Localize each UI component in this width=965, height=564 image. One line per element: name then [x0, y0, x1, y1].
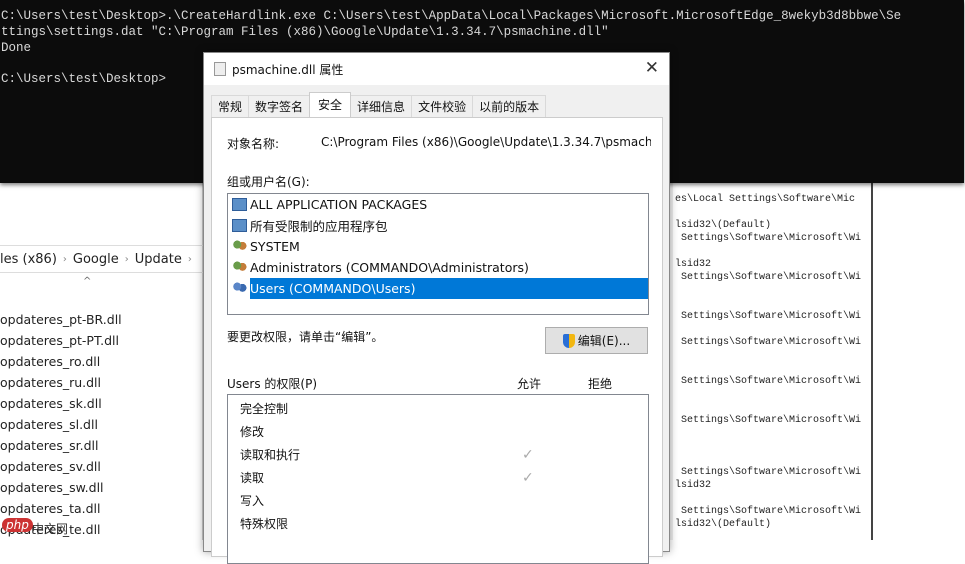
group-list[interactable]: ALL APPLICATION PACKAGES 所有受限制的应用程序包 SYS…: [227, 193, 649, 315]
tab-bar: 常规 数字签名 安全 详细信息 文件校验 以前的版本: [211, 92, 547, 117]
watermark-logo: php: [2, 518, 33, 532]
permissions-list[interactable]: 完全控制 修改 读取和执行 ✓ 读取 ✓ 写入 特殊权限: [227, 394, 649, 564]
file-item[interactable]: opdateres_ru.dll: [0, 372, 122, 393]
check-icon: ✓: [522, 447, 534, 463]
console-line: ttings\settings.dat "C:\Program Files (x…: [1, 25, 609, 39]
group-name: Administrators (COMMANDO\Administrators): [250, 260, 529, 275]
text-line: Settings\Software\Microsoft\Wi: [675, 272, 862, 283]
permission-row: 写入: [228, 490, 648, 513]
text-line: Settings\Software\Microsoft\Wi: [675, 233, 862, 244]
close-button[interactable]: ✕: [645, 58, 659, 78]
deny-column-header: 拒绝: [588, 377, 613, 391]
text-line: Settings\Software\Microsoft\Wi: [675, 311, 862, 322]
allow-column-header: 允许: [517, 377, 542, 391]
group-item-selected[interactable]: Users (COMMANDO\Users): [228, 278, 648, 299]
file-item[interactable]: opdateres_ro.dll: [0, 351, 122, 372]
chevron-right-icon: ›: [62, 253, 67, 265]
text-line: lsid32: [675, 259, 712, 270]
permission-name: 修改: [240, 425, 265, 439]
tab-details[interactable]: 详细信息: [350, 95, 413, 117]
group-item[interactable]: Administrators (COMMANDO\Administrators): [228, 257, 648, 278]
breadcrumb-item[interactable]: Update: [135, 252, 182, 267]
text-line: Settings\Software\Microsoft\Wi: [675, 415, 862, 426]
text-output-window[interactable]: es\Local Settings\Software\Mic lsid32\(D…: [663, 183, 873, 540]
permission-name: 写入: [240, 494, 265, 508]
group-name: Users (COMMANDO\Users): [250, 278, 648, 299]
file-item[interactable]: opdateres_sk.dll: [0, 393, 122, 414]
text-line: es\Local Settings\Software\Mic: [675, 194, 856, 205]
sort-up-icon[interactable]: ^: [83, 276, 91, 287]
background-window: [873, 183, 965, 540]
package-icon: [232, 219, 247, 232]
chevron-right-icon: ›: [124, 253, 129, 265]
text-line: Settings\Software\Microsoft\Wi: [675, 467, 862, 478]
chevron-right-icon: ›: [187, 253, 192, 265]
edit-button[interactable]: 编辑(E)...: [545, 327, 648, 354]
users-icon: [232, 261, 247, 274]
group-item[interactable]: 所有受限制的应用程序包: [228, 215, 648, 236]
console-line: Done: [1, 41, 32, 55]
tab-previous-versions[interactable]: 以前的版本: [472, 95, 547, 117]
file-item[interactable]: opdateres_ta.dll: [0, 498, 122, 519]
permission-row: 修改: [228, 421, 648, 444]
edit-button-label: 编辑(E)...: [577, 334, 631, 348]
file-item[interactable]: opdateres_pt-BR.dll: [0, 309, 122, 330]
text-line: lsid32\(Default): [675, 519, 772, 530]
console-line: C:\Users\test\Desktop>.\CreateHardlink.e…: [1, 9, 902, 23]
security-panel: 对象名称: C:\Program Files (x86)\Google\Upda…: [211, 117, 663, 564]
file-list: opdateres_pt-BR.dll opdateres_pt-PT.dll …: [0, 309, 122, 540]
object-name-label: 对象名称:: [227, 137, 280, 151]
dialog-title: psmachine.dll 属性: [232, 62, 344, 77]
file-item[interactable]: opdateres_pt-PT.dll: [0, 330, 122, 351]
check-icon: ✓: [522, 470, 534, 486]
permission-name: 读取和执行: [240, 448, 301, 462]
groups-label: 组或用户名(G):: [227, 175, 310, 189]
tab-digital-signature[interactable]: 数字签名: [248, 95, 311, 117]
file-item[interactable]: opdateres_sl.dll: [0, 414, 122, 435]
title-bar[interactable]: psmachine.dll 属性 ✕: [204, 53, 669, 85]
permission-row: 读取 ✓: [228, 467, 648, 490]
watermark-text: 中文网: [32, 522, 69, 536]
breadcrumb-item[interactable]: Google: [73, 252, 119, 267]
group-item[interactable]: ALL APPLICATION PACKAGES: [228, 194, 648, 215]
package-icon: [232, 198, 247, 211]
text-line: lsid32\(Default): [675, 220, 772, 231]
tab-general[interactable]: 常规: [211, 95, 250, 117]
group-name: SYSTEM: [250, 239, 300, 254]
permission-row: 完全控制: [228, 398, 648, 421]
text-line: Settings\Software\Microsoft\Wi: [675, 376, 862, 387]
tab-file-hashes[interactable]: 文件校验: [411, 95, 474, 117]
uac-shield-icon: [562, 333, 575, 348]
permission-name: 特殊权限: [240, 517, 289, 531]
text-line: Settings\Software\Microsoft\Wi: [675, 506, 862, 517]
group-item[interactable]: SYSTEM: [228, 236, 648, 257]
group-name: ALL APPLICATION PACKAGES: [250, 197, 428, 212]
permission-row: 读取和执行 ✓: [228, 444, 648, 467]
console-prompt: C:\Users\test\Desktop>: [1, 72, 167, 86]
group-name: 所有受限制的应用程序包: [250, 219, 388, 234]
file-icon: [214, 62, 226, 76]
permissions-label: Users 的权限(P): [227, 377, 318, 391]
permission-name: 读取: [240, 471, 265, 485]
tab-security[interactable]: 安全: [309, 92, 352, 117]
file-item[interactable]: opdateres_sw.dll: [0, 477, 122, 498]
file-item[interactable]: opdateres_sr.dll: [0, 435, 122, 456]
file-explorer-window[interactable]: les (x86) › Google › Update › ^ opdateres_p…: [0, 183, 203, 540]
breadcrumb: les (x86) › Google › Update ›: [0, 245, 203, 273]
breadcrumb-item[interactable]: les (x86): [0, 252, 57, 267]
text-line: lsid32: [675, 480, 712, 491]
edit-hint: 要更改权限，请单击“编辑”。: [227, 330, 384, 344]
file-item[interactable]: opdateres_sv.dll: [0, 456, 122, 477]
properties-dialog: psmachine.dll 属性 ✕ 常规 数字签名 安全 详细信息 文件校验 …: [203, 52, 670, 564]
permission-name: 完全控制: [240, 402, 289, 416]
permission-row: 特殊权限: [228, 513, 648, 536]
text-line: Settings\Software\Microsoft\Wi: [675, 337, 862, 348]
users-icon: [232, 240, 247, 253]
users-icon: [232, 282, 247, 295]
object-name-value: C:\Program Files (x86)\Google\Update\1.3…: [321, 135, 651, 149]
